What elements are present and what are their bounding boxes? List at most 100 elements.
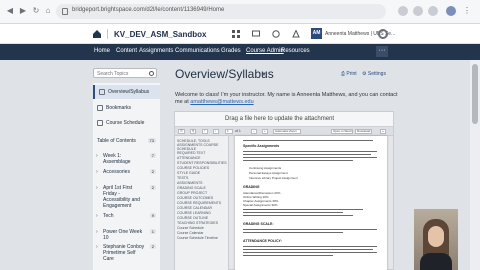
settings-button[interactable]: ⚙ Settings [362, 71, 386, 77]
sidebar-item-course-schedule[interactable]: Course Schedule [93, 116, 160, 130]
search-topics-field[interactable] [93, 68, 157, 78]
zoom-in-icon[interactable]: + [262, 129, 268, 134]
outline-item[interactable]: SCHEDULE, TOOLS ASSIGNMENTS COURSE SCHED… [177, 139, 227, 151]
pdf-page: Specific Assignments Continuing Assignme… [235, 136, 387, 270]
nav-course-admin[interactable]: Course Admin [246, 48, 284, 54]
nav-communications[interactable]: Communications [175, 48, 220, 54]
module-count-badge: 2 [149, 244, 156, 249]
outline-item[interactable]: COURSE POLICIES [177, 166, 227, 170]
nav-resources[interactable]: Resources [281, 48, 310, 54]
nav-assignments[interactable]: Assignments [139, 48, 173, 54]
course-title[interactable]: KV_DEV_ASM_Sandbox [114, 30, 206, 39]
text-line [243, 157, 377, 158]
module-count-badge: 2 [149, 185, 156, 190]
calendar-icon [97, 120, 103, 126]
pdf-grade-row: Special Assignments 30% [243, 203, 278, 207]
forward-icon[interactable]: ▶ [19, 7, 27, 15]
print-button[interactable]: ⎙ Print [341, 71, 357, 77]
chevron-right-icon: › [96, 213, 98, 219]
back-icon[interactable]: ◀ [6, 7, 14, 15]
sidebar-item-label: Bookmarks [106, 105, 132, 111]
module-label: Power One Week 10 [103, 229, 143, 241]
print-label: Print [346, 71, 357, 77]
nav-home[interactable]: Home [94, 48, 110, 54]
pdf-heading: Specific Assignments [243, 144, 280, 148]
scrollbar-thumb[interactable] [472, 64, 478, 124]
drop-zone-text: Drag a file here to update the attachmen… [225, 116, 335, 122]
extension-icon[interactable] [398, 6, 408, 16]
chevron-right-icon: › [96, 153, 98, 159]
search-input[interactable] [97, 70, 147, 77]
outline-item[interactable]: COURSE OUTLINE [177, 216, 227, 220]
text-line [243, 140, 373, 141]
nav-grades[interactable]: Grades [221, 48, 241, 54]
pdf-heading: GRADING [243, 185, 260, 189]
document-viewer: Drag a file here to update the attachmen… [174, 111, 394, 270]
outline-item[interactable]: Course Calendar [177, 231, 227, 235]
email-link[interactable]: amatthews@mattews.edu [190, 99, 253, 105]
gear-icon[interactable] [378, 29, 388, 39]
sidebar-toggle-icon[interactable]: ☰ [178, 129, 185, 134]
sidebar-item-bookmarks[interactable]: Bookmarks [93, 101, 160, 115]
chevron-down-icon[interactable]: ▼ [261, 72, 267, 78]
pdf-list-item: Personal Essays Assignment [249, 171, 288, 175]
sidebar-item-overview[interactable]: Overview/Syllabus [93, 85, 160, 99]
subscription-alerts-icon[interactable] [272, 30, 280, 38]
outline-item[interactable]: Course Schedule Timeline [177, 236, 227, 240]
download-button[interactable]: Download [355, 129, 373, 134]
outline-item[interactable]: COURSE OUTCOMES [177, 196, 227, 200]
overview-icon [99, 89, 105, 95]
zoom-out-icon[interactable]: − [251, 129, 257, 134]
text-line [243, 246, 377, 247]
home-icon[interactable] [92, 29, 102, 39]
reload-icon[interactable]: ↻ [32, 7, 40, 15]
url-text: bridgeport.brightspace.com/d2l/le/conten… [72, 7, 225, 13]
search-icon[interactable] [149, 71, 154, 76]
outline-item[interactable]: STUDENT RESPONSIBILITIES [177, 161, 227, 165]
outline-item[interactable]: TESTS [177, 176, 227, 180]
outline-item[interactable]: GROUP PROJECT [177, 191, 227, 195]
avatar[interactable]: AM [311, 28, 322, 39]
more-nav-button[interactable]: ··· [376, 46, 388, 57]
outline-item[interactable]: COURSE CALENDAR [177, 206, 227, 210]
message-alerts-icon[interactable] [252, 30, 260, 38]
outline-item[interactable]: Course Schedule [177, 226, 227, 230]
viewer-toolbar: ☰ ⚲ ↑ ↓ 1 of 1 − + Automatic Zoom Open i… [175, 127, 393, 136]
module-label: Tech [103, 213, 114, 219]
content-sidebar: Overview/Syllabus Bookmarks Course Sched… [93, 83, 160, 270]
chevron-right-icon: › [96, 229, 98, 235]
file-drop-zone[interactable]: Drag a file here to update the attachmen… [175, 112, 393, 127]
outline-item[interactable]: REQUIRED TEXT [177, 151, 227, 155]
prev-page-icon[interactable]: ↑ [202, 129, 208, 134]
next-page-icon[interactable]: ↓ [213, 129, 219, 134]
update-alerts-icon[interactable] [292, 30, 300, 38]
outline-item[interactable]: GRADING SCALE [177, 186, 227, 190]
outline-item[interactable]: COURSE LEARNING [177, 211, 227, 215]
outline-item[interactable]: ASSIGNMENTS [177, 181, 227, 185]
chevron-right-icon: › [96, 185, 98, 191]
search-doc-icon[interactable]: ⚲ [190, 129, 197, 134]
welcome-message: Welcome to class! I'm your instructor. M… [175, 92, 400, 106]
open-in-word-button[interactable]: Open in Word [331, 129, 354, 134]
page-number-field[interactable]: 1 [225, 129, 233, 134]
course-selector-icon[interactable] [232, 30, 240, 38]
outline-item[interactable]: STYLE GUIDE [177, 171, 227, 175]
module-label: Stephanie Conboy Primetime Self Care [103, 244, 145, 262]
home-browser-icon[interactable]: ⌂ [44, 7, 52, 15]
browser-menu-icon[interactable]: ⋮ [462, 6, 472, 16]
extension-icon[interactable] [428, 6, 438, 16]
text-line [243, 209, 363, 210]
profile-icon[interactable] [446, 6, 456, 16]
zoom-select[interactable]: Automatic Zoom [273, 129, 301, 134]
address-bar[interactable]: bridgeport.brightspace.com/d2l/le/conten… [56, 4, 386, 19]
outline-item[interactable]: COURSE REQUIREMENTS [177, 201, 227, 205]
module-label: Week 1: Assemblage [103, 153, 131, 165]
extension-icon[interactable] [413, 6, 423, 16]
text-line [243, 160, 353, 161]
outline-item[interactable]: ATTENDANCE [177, 156, 227, 160]
module-count-badge: 7 [149, 153, 156, 158]
nav-content[interactable]: Content [116, 48, 137, 54]
pdf-heading: GRADING SCALE: [243, 222, 274, 226]
outline-item[interactable]: TEACHING STRATEGIES [177, 221, 227, 225]
more-tools-icon[interactable]: » [380, 129, 386, 134]
